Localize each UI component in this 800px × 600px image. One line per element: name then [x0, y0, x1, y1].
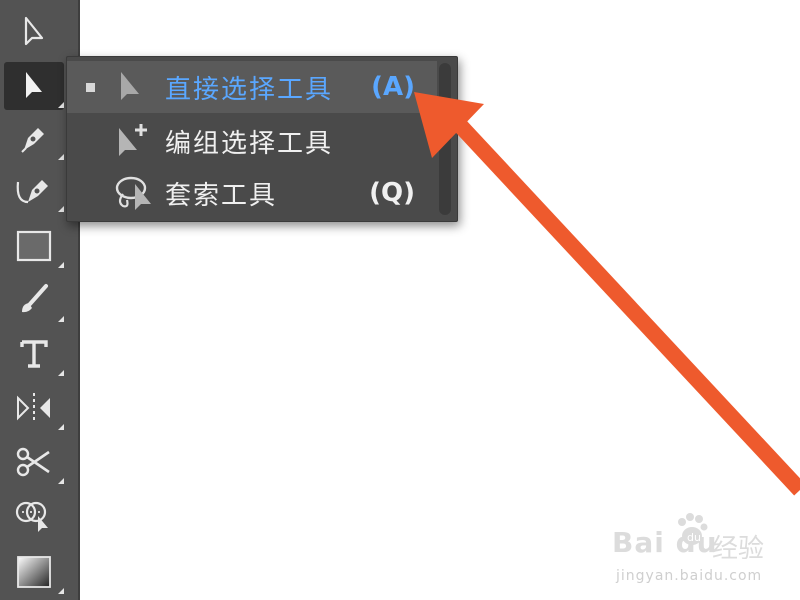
flyout-indicator: [58, 588, 64, 594]
type-icon: [20, 340, 48, 368]
reflect-icon: [17, 393, 50, 423]
gradient-icon: [17, 556, 51, 588]
flyout-indicator: [58, 102, 64, 108]
paintbrush-tool[interactable]: [4, 276, 64, 324]
flyout-scrollbar[interactable]: [439, 63, 451, 215]
menu-item-direct-selection[interactable]: 直接选择工具 (A): [67, 61, 437, 113]
svg-text:du: du: [687, 531, 701, 544]
menu-item-group-selection[interactable]: 编组选择工具: [67, 115, 437, 167]
menu-item-label: 套索工具: [165, 180, 278, 211]
curvature-pen-icon: [16, 180, 48, 204]
direct-selection-arrow-icon: [121, 72, 139, 100]
baidu-jingyan-watermark: Bai du du 经验 jingyan.baidu.com: [612, 512, 792, 592]
flyout-indicator: [58, 154, 64, 160]
reflect-tool[interactable]: [4, 384, 64, 432]
selection-arrow-icon: [24, 16, 44, 46]
selection-tools-flyout: 直接选择工具 (A) 编组选择工具 套索工具 (Q): [66, 56, 458, 222]
group-selection-arrow-icon: [119, 124, 147, 156]
flyout-indicator: [58, 262, 64, 268]
shape-builder-tool[interactable]: [4, 492, 64, 540]
selected-bullet-icon: [85, 82, 95, 92]
rectangle-tool[interactable]: [4, 222, 64, 270]
type-tool[interactable]: [4, 330, 64, 378]
menu-item-shortcut: (A): [371, 72, 415, 102]
gradient-tool[interactable]: [4, 548, 64, 596]
scissors-tool[interactable]: [4, 438, 64, 486]
flyout-indicator: [58, 316, 64, 322]
flyout-indicator: [58, 478, 64, 484]
selection-tool[interactable]: [4, 8, 64, 56]
pen-icon: [21, 128, 44, 153]
rectangle-icon: [16, 230, 52, 262]
flyout-indicator: [58, 370, 64, 376]
pen-tool[interactable]: [4, 114, 64, 162]
flyout-indicator: [58, 206, 64, 212]
paw-icon: du: [678, 513, 708, 545]
shape-builder-icon: [15, 501, 48, 532]
scissors-icon: [16, 447, 50, 477]
paintbrush-icon: [22, 284, 48, 313]
direct-selection-arrow-icon: [26, 72, 42, 98]
menu-item-shortcut: (Q): [369, 178, 415, 208]
direct-selection-tool[interactable]: [4, 62, 64, 110]
watermark-url: jingyan.baidu.com: [616, 568, 763, 584]
curvature-tool[interactable]: [4, 166, 64, 214]
flyout-indicator: [58, 424, 64, 430]
menu-item-label: 编组选择工具: [165, 128, 334, 159]
watermark-cn-text: 经验: [712, 534, 765, 564]
menu-item-label: 直接选择工具: [165, 74, 334, 105]
menu-item-lasso[interactable]: 套索工具 (Q): [67, 167, 437, 219]
lasso-icon: [115, 176, 151, 210]
